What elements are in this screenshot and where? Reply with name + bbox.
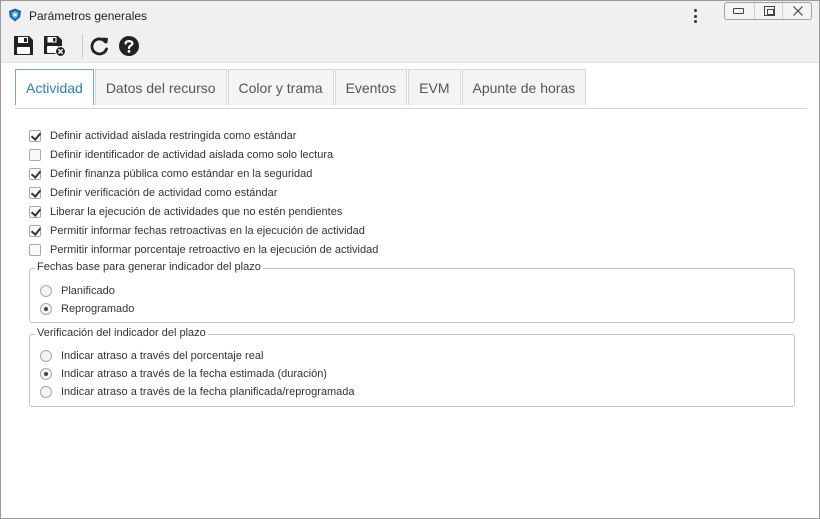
option-checkbox[interactable]	[29, 224, 41, 237]
indicator-check-group: Verificación del indicador del plazo Ind…	[29, 327, 795, 407]
radio-label: Planificado	[61, 285, 115, 297]
tab-bar: Actividad Datos del recurso Color y tram…	[15, 69, 587, 105]
option-row: Definir finanza pública como estándar en…	[29, 164, 378, 183]
toolbar	[1, 30, 819, 63]
help-button[interactable]	[116, 34, 142, 58]
refresh-button[interactable]	[87, 34, 113, 58]
more-vertical-icon[interactable]	[690, 7, 700, 25]
radio-row: Indicar atraso a través de la fecha plan…	[40, 383, 355, 401]
option-checkbox[interactable]	[29, 205, 41, 218]
option-row: Liberar la ejecución de actividades que …	[29, 202, 378, 221]
tab-divider	[15, 108, 807, 109]
title-bar: Parámetros generales	[1, 1, 819, 30]
radio-label: Indicar atraso a través del porcentaje r…	[61, 350, 264, 362]
radio-row: Indicar atraso a través del porcentaje r…	[40, 347, 355, 365]
toolbar-separator	[82, 34, 83, 58]
tab-apunte-de-horas[interactable]: Apunte de horas	[461, 69, 587, 105]
save-close-button[interactable]	[42, 34, 68, 58]
base-dates-legend: Fechas base para generar indicador del p…	[35, 261, 263, 273]
radio-label: Reprogramado	[61, 303, 135, 315]
radio-label: Indicar atraso a través de la fecha esti…	[61, 368, 327, 380]
option-row: Definir actividad aislada restringida co…	[29, 126, 378, 145]
radio-fecha-estimada[interactable]	[40, 368, 52, 380]
window-controls	[724, 2, 812, 20]
tab-datos-del-recurso[interactable]: Datos del recurso	[94, 69, 227, 105]
option-row: Definir identificador de actividad aisla…	[29, 145, 378, 164]
radio-row: Planificado	[40, 282, 134, 300]
restore-icon	[763, 6, 775, 16]
option-label: Liberar la ejecución de actividades que …	[50, 205, 343, 218]
option-label: Definir actividad aislada restringida co…	[50, 129, 297, 142]
radio-row: Indicar atraso a través de la fecha esti…	[40, 365, 355, 383]
help-icon	[119, 36, 139, 56]
tab-eventos[interactable]: Eventos	[334, 69, 408, 105]
option-label: Permitir informar porcentaje retroactivo…	[50, 243, 379, 256]
option-row: Permitir informar fechas retroactivas en…	[29, 221, 378, 240]
tab-evm[interactable]: EVM	[408, 69, 461, 105]
save-icon	[14, 36, 33, 55]
indicator-check-legend: Verificación del indicador del plazo	[35, 327, 208, 339]
close-icon	[793, 6, 804, 16]
window-title: Parámetros generales	[29, 9, 148, 23]
radio-porcentaje-real[interactable]	[40, 350, 52, 362]
option-checkbox[interactable]	[29, 167, 41, 180]
option-row: Permitir informar porcentaje retroactivo…	[29, 240, 378, 259]
save-button[interactable]	[11, 34, 37, 58]
base-dates-group: Fechas base para generar indicador del p…	[29, 261, 795, 323]
refresh-icon	[90, 37, 108, 56]
radio-planificado[interactable]	[40, 285, 52, 297]
option-checkbox[interactable]	[29, 129, 41, 142]
radio-fecha-planificada[interactable]	[40, 386, 52, 398]
option-checkbox[interactable]	[29, 186, 41, 199]
option-label: Definir finanza pública como estándar en…	[50, 167, 313, 180]
activity-options: Definir actividad aislada restringida co…	[29, 126, 378, 259]
option-row: Definir verificación de actividad como e…	[29, 183, 378, 202]
radio-row: Reprogramado	[40, 300, 134, 318]
option-checkbox[interactable]	[29, 243, 41, 256]
tab-color-y-trama[interactable]: Color y trama	[227, 69, 334, 105]
option-checkbox[interactable]	[29, 148, 41, 161]
tab-actividad[interactable]: Actividad	[15, 69, 94, 105]
radio-reprogramado[interactable]	[40, 303, 52, 315]
minimize-button[interactable]	[725, 3, 754, 19]
indicator-check-options: Indicar atraso a través del porcentaje r…	[40, 347, 355, 401]
option-label: Definir verificación de actividad como e…	[50, 186, 278, 199]
save-close-icon	[44, 36, 66, 57]
base-dates-options: Planificado Reprogramado	[40, 282, 134, 318]
option-label: Definir identificador de actividad aisla…	[50, 148, 334, 161]
restore-button[interactable]	[753, 3, 783, 19]
radio-label: Indicar atraso a través de la fecha plan…	[61, 386, 355, 398]
app-shield-icon	[9, 8, 21, 22]
option-label: Permitir informar fechas retroactivas en…	[50, 224, 365, 237]
minimize-icon	[733, 8, 744, 14]
close-button[interactable]	[782, 3, 811, 19]
parameters-window: Parámetros generales Actividad Datos del…	[0, 0, 820, 519]
